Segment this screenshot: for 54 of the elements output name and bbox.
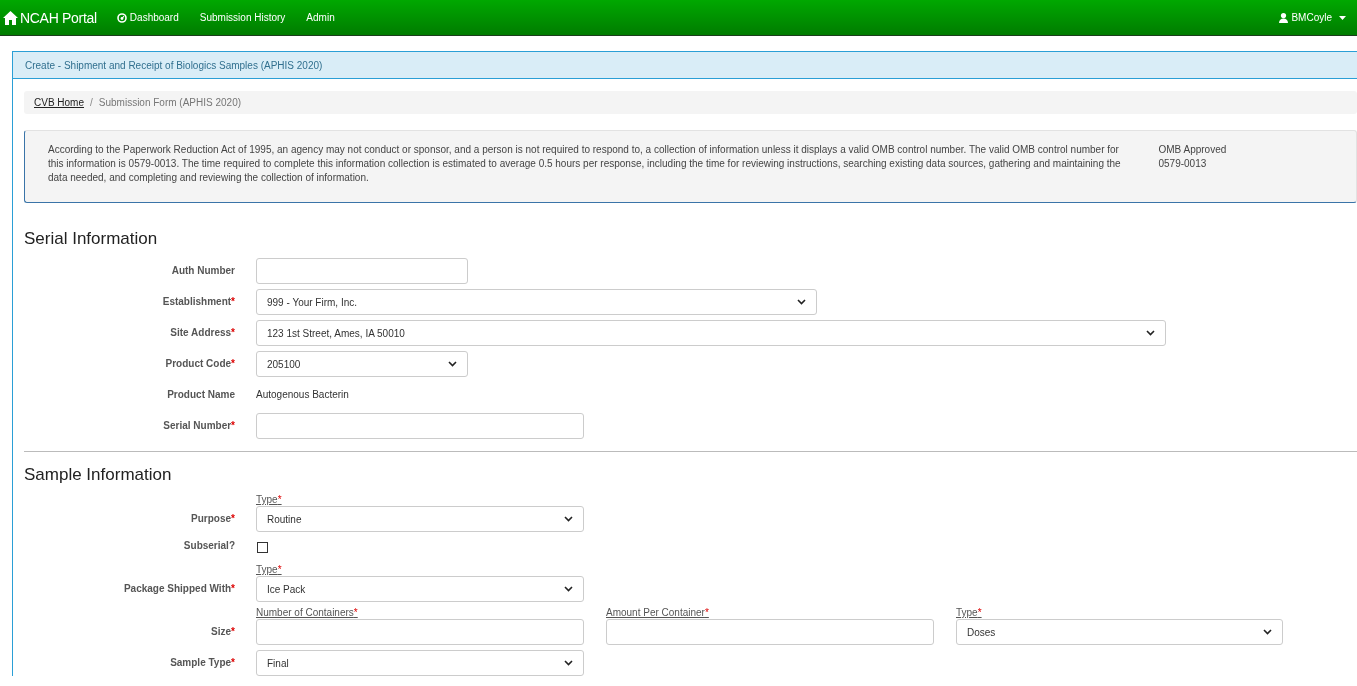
nav-link[interactable]: Dashboard bbox=[116, 12, 179, 23]
breadcrumb-separator: / bbox=[90, 97, 93, 108]
input-field[interactable] bbox=[256, 258, 468, 284]
section-heading: Sample Information bbox=[24, 465, 173, 485]
dropdown[interactable]: Doses bbox=[956, 619, 1283, 645]
chevron-down-icon bbox=[448, 361, 457, 367]
dropdown[interactable]: 205100 bbox=[256, 351, 468, 377]
field-label: Serial Number* bbox=[163, 420, 235, 431]
field-caption: Amount Per Container* bbox=[606, 607, 710, 619]
field-caption: Type* bbox=[956, 607, 983, 619]
dropdown[interactable]: Routine bbox=[256, 506, 584, 532]
caret-icon bbox=[1339, 15, 1346, 20]
home-icon bbox=[3, 10, 18, 25]
chevron-down-icon bbox=[564, 586, 573, 592]
field-label: Auth Number bbox=[171, 265, 235, 276]
field-label: Establishment* bbox=[162, 296, 235, 307]
input-field[interactable] bbox=[606, 619, 934, 645]
field-label: Subserial? bbox=[183, 540, 235, 551]
dashboard-icon bbox=[116, 12, 127, 23]
field-label: Package Shipped With* bbox=[123, 583, 235, 594]
field-label: Sample Type* bbox=[170, 657, 235, 668]
field-label: Product Code* bbox=[165, 358, 235, 369]
section-heading: Serial Information bbox=[24, 229, 159, 249]
notice-text: According to the Paperwork Reduction Act of 1995, an agency may not conduct or sponsor, and a person is not required to respond to, a collection of information unless it displays a valid OMB control number. The valid OMB control number for this information is 0579-0013. The time required to complete this information collection is estimated to average 0.5 hours per response, including the time for reviewing instructions, searching existing data sources, gathering and maintaining the data needed, and completing and reviewing the collection of information. bbox=[48, 143, 1122, 185]
chevron-down-icon bbox=[797, 299, 806, 305]
omb-label: OMB Approved bbox=[1158, 143, 1228, 157]
brand-link[interactable]: NCAH Portal bbox=[3, 9, 97, 26]
omb-number: 0579-0013 bbox=[1158, 157, 1208, 171]
dropdown[interactable]: Final bbox=[256, 650, 584, 676]
field-label: Size* bbox=[211, 626, 235, 637]
user-menu[interactable]: BMCoyle bbox=[1279, 12, 1346, 23]
input-field[interactable] bbox=[256, 413, 584, 439]
checkbox[interactable] bbox=[257, 542, 268, 553]
field-label: Product Name bbox=[167, 389, 235, 400]
field-label: Site Address* bbox=[170, 327, 235, 338]
product-name-text: Autogenous Bacterin bbox=[256, 388, 349, 402]
chevron-down-icon bbox=[564, 516, 573, 522]
chevron-down-icon bbox=[1263, 629, 1272, 635]
dropdown[interactable]: 123 1st Street, Ames, IA 50010 bbox=[256, 320, 1166, 346]
breadcrumb-link[interactable]: CVB Home bbox=[34, 97, 84, 108]
user-icon bbox=[1279, 12, 1289, 23]
field-caption: Type* bbox=[256, 494, 283, 506]
nav-link[interactable]: Submission History bbox=[199, 12, 286, 23]
dropdown[interactable]: 999 - Your Firm, Inc. bbox=[256, 289, 817, 315]
panel-title: Create - Shipment and Receipt of Biologics Samples (APHIS 2020) bbox=[25, 59, 323, 71]
chevron-down-icon bbox=[1146, 330, 1155, 336]
input-field[interactable] bbox=[256, 619, 584, 645]
nav-link[interactable]: Admin bbox=[306, 12, 335, 23]
chevron-down-icon bbox=[564, 660, 573, 666]
dropdown[interactable]: Ice Pack bbox=[256, 576, 584, 602]
breadcrumb-current: Submission Form (APHIS 2020) bbox=[98, 97, 242, 108]
field-label: Purpose* bbox=[191, 513, 235, 524]
field-caption: Type* bbox=[256, 564, 283, 576]
field-caption: Number of Containers* bbox=[256, 607, 359, 619]
